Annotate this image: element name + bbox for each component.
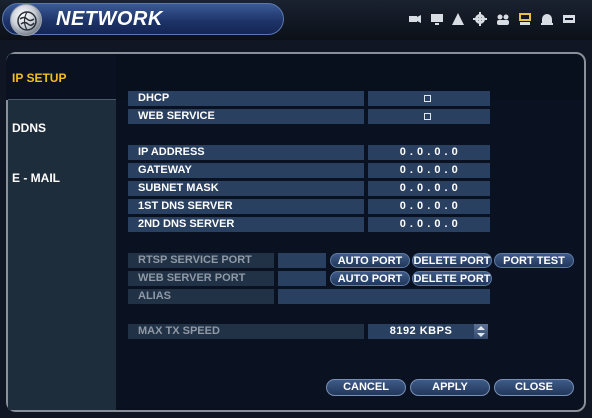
subnet-mask-label: SUBNET MASK — [128, 181, 364, 196]
rtsp-delete-port-button[interactable]: DELETE PORT — [412, 253, 492, 268]
alarm-icon[interactable] — [540, 12, 554, 26]
web-service-label: WEB SERVICE — [128, 109, 364, 124]
dhcp-checkbox[interactable] — [424, 95, 431, 102]
globe-logo-icon — [10, 4, 42, 36]
dns1-input[interactable]: 0 . 0 . 0 . 0 — [368, 199, 490, 214]
settings-icon[interactable] — [473, 12, 487, 26]
tab-ip-setup-label[interactable]: IP SETUP — [12, 71, 66, 85]
dns2-label: 2ND DNS SERVER — [128, 217, 364, 232]
apply-button[interactable]: APPLY — [410, 379, 490, 396]
tab-ddns[interactable]: DDNS — [12, 121, 46, 135]
dhcp-label: DHCP — [128, 91, 364, 106]
web-delete-port-button[interactable]: DELETE PORT — [412, 271, 492, 286]
ip-address-input[interactable]: 0 . 0 . 0 . 0 — [368, 145, 490, 160]
display-icon[interactable] — [430, 12, 444, 26]
max-tx-spinner[interactable] — [474, 324, 488, 339]
tab-divider — [8, 99, 116, 100]
web-port-label: WEB SERVER PORT — [128, 271, 274, 286]
users-icon[interactable] — [496, 12, 510, 26]
port-test-button[interactable]: PORT TEST — [494, 253, 574, 268]
dns1-label: 1ST DNS SERVER — [128, 199, 364, 214]
close-button[interactable]: CLOSE — [494, 379, 574, 396]
record-icon[interactable] — [451, 12, 465, 26]
network-icon[interactable] — [518, 12, 532, 26]
rtsp-auto-port-button[interactable]: AUTO PORT — [330, 253, 410, 268]
dns2-input[interactable]: 0 . 0 . 0 . 0 — [368, 217, 490, 232]
web-service-field[interactable] — [368, 109, 490, 124]
alias-input[interactable] — [278, 289, 490, 304]
gateway-label: GATEWAY — [128, 163, 364, 178]
max-tx-label: MAX TX SPEED — [128, 324, 364, 339]
web-auto-port-button[interactable]: AUTO PORT — [330, 271, 410, 286]
spin-up-icon — [477, 326, 485, 330]
sidebar — [8, 54, 116, 410]
page-title: NETWORK — [56, 8, 163, 30]
cancel-button[interactable]: CANCEL — [326, 379, 406, 396]
web-port-input[interactable] — [278, 271, 326, 286]
ip-address-label: IP ADDRESS — [128, 145, 364, 160]
storage-icon[interactable] — [562, 12, 576, 26]
spin-down-icon — [477, 333, 485, 337]
gateway-input[interactable]: 0 . 0 . 0 . 0 — [368, 163, 490, 178]
alias-label: ALIAS — [128, 289, 274, 304]
web-service-checkbox[interactable] — [424, 113, 431, 120]
rtsp-port-input[interactable] — [278, 253, 326, 268]
tab-email[interactable]: E - MAIL — [12, 171, 60, 185]
rtsp-port-label: RTSP SERVICE PORT — [128, 253, 274, 268]
subnet-mask-input[interactable]: 0 . 0 . 0 . 0 — [368, 181, 490, 196]
dhcp-field[interactable] — [368, 91, 490, 106]
max-tx-value[interactable]: 8192 KBPS — [368, 324, 474, 339]
camera-icon[interactable] — [408, 12, 422, 26]
